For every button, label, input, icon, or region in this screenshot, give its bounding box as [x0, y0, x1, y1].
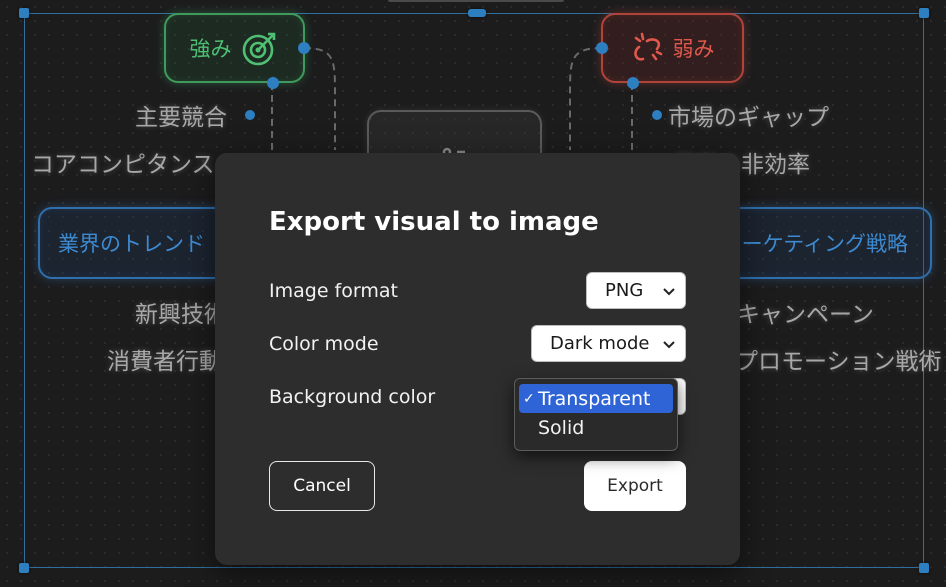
node-industry-trends-label: 業界のトレンド — [58, 232, 205, 256]
node-marketing-strategy-label: マーケティング戦略 — [720, 232, 908, 256]
option-label: Transparent — [538, 387, 651, 410]
color-mode-select[interactable]: Dark mode — [531, 325, 686, 362]
label-consumer-behavior: 消費者行動 — [107, 349, 222, 375]
background-color-label: Background color — [269, 386, 436, 408]
dialog-title: Export visual to image — [269, 207, 599, 237]
background-color-dropdown[interactable]: ✓ Transparent Solid — [514, 378, 678, 451]
resize-handle-top-right[interactable] — [919, 8, 929, 18]
cancel-button[interactable]: Cancel — [269, 461, 375, 511]
connector-dot[interactable] — [596, 42, 608, 54]
resize-handle-bottom-left[interactable] — [19, 563, 29, 573]
chevron-down-icon — [663, 288, 675, 296]
connector-dot[interactable] — [245, 110, 255, 120]
image-format-value: PNG — [605, 280, 644, 301]
node-weaknesses[interactable]: 弱み — [601, 13, 744, 83]
label-core-competence: コアコンピタンス — [31, 152, 215, 178]
image-format-label: Image format — [269, 280, 398, 302]
chevron-down-icon — [663, 341, 675, 349]
connector-dot[interactable] — [298, 42, 310, 54]
label-market-gap: 市場のギャップ — [668, 105, 829, 131]
label-campaign: キャンペーン — [737, 302, 874, 328]
connector-dot[interactable] — [652, 110, 662, 120]
resize-handle-top[interactable] — [468, 9, 486, 17]
resize-handle-bottom-right[interactable] — [919, 563, 929, 573]
connector-dot[interactable] — [267, 77, 279, 89]
image-format-select[interactable]: PNG — [586, 272, 686, 309]
export-button[interactable]: Export — [584, 461, 686, 511]
dropdown-option-transparent[interactable]: ✓ Transparent — [519, 384, 673, 413]
node-strengths[interactable]: 強み — [164, 13, 305, 83]
dropdown-option-solid[interactable]: Solid — [519, 413, 673, 442]
color-mode-label: Color mode — [269, 333, 379, 355]
option-label: Solid — [538, 416, 585, 439]
broken-link-icon — [633, 32, 662, 61]
target-icon — [242, 32, 275, 66]
resize-handle-top-left[interactable] — [19, 8, 29, 18]
color-mode-value: Dark mode — [550, 333, 650, 354]
node-weaknesses-label: 弱み — [672, 37, 715, 61]
label-promotion-tactics: プロモーション戦術 — [735, 349, 942, 375]
connector-dot[interactable] — [627, 77, 639, 89]
label-key-competition: 主要競合 — [135, 105, 227, 131]
checkmark-icon: ✓ — [523, 390, 535, 407]
label-emerging-tech: 新興技術 — [135, 302, 227, 328]
node-strengths-label: 強み — [189, 37, 232, 61]
export-dialog: Export visual to image Image format PNG … — [215, 153, 740, 565]
